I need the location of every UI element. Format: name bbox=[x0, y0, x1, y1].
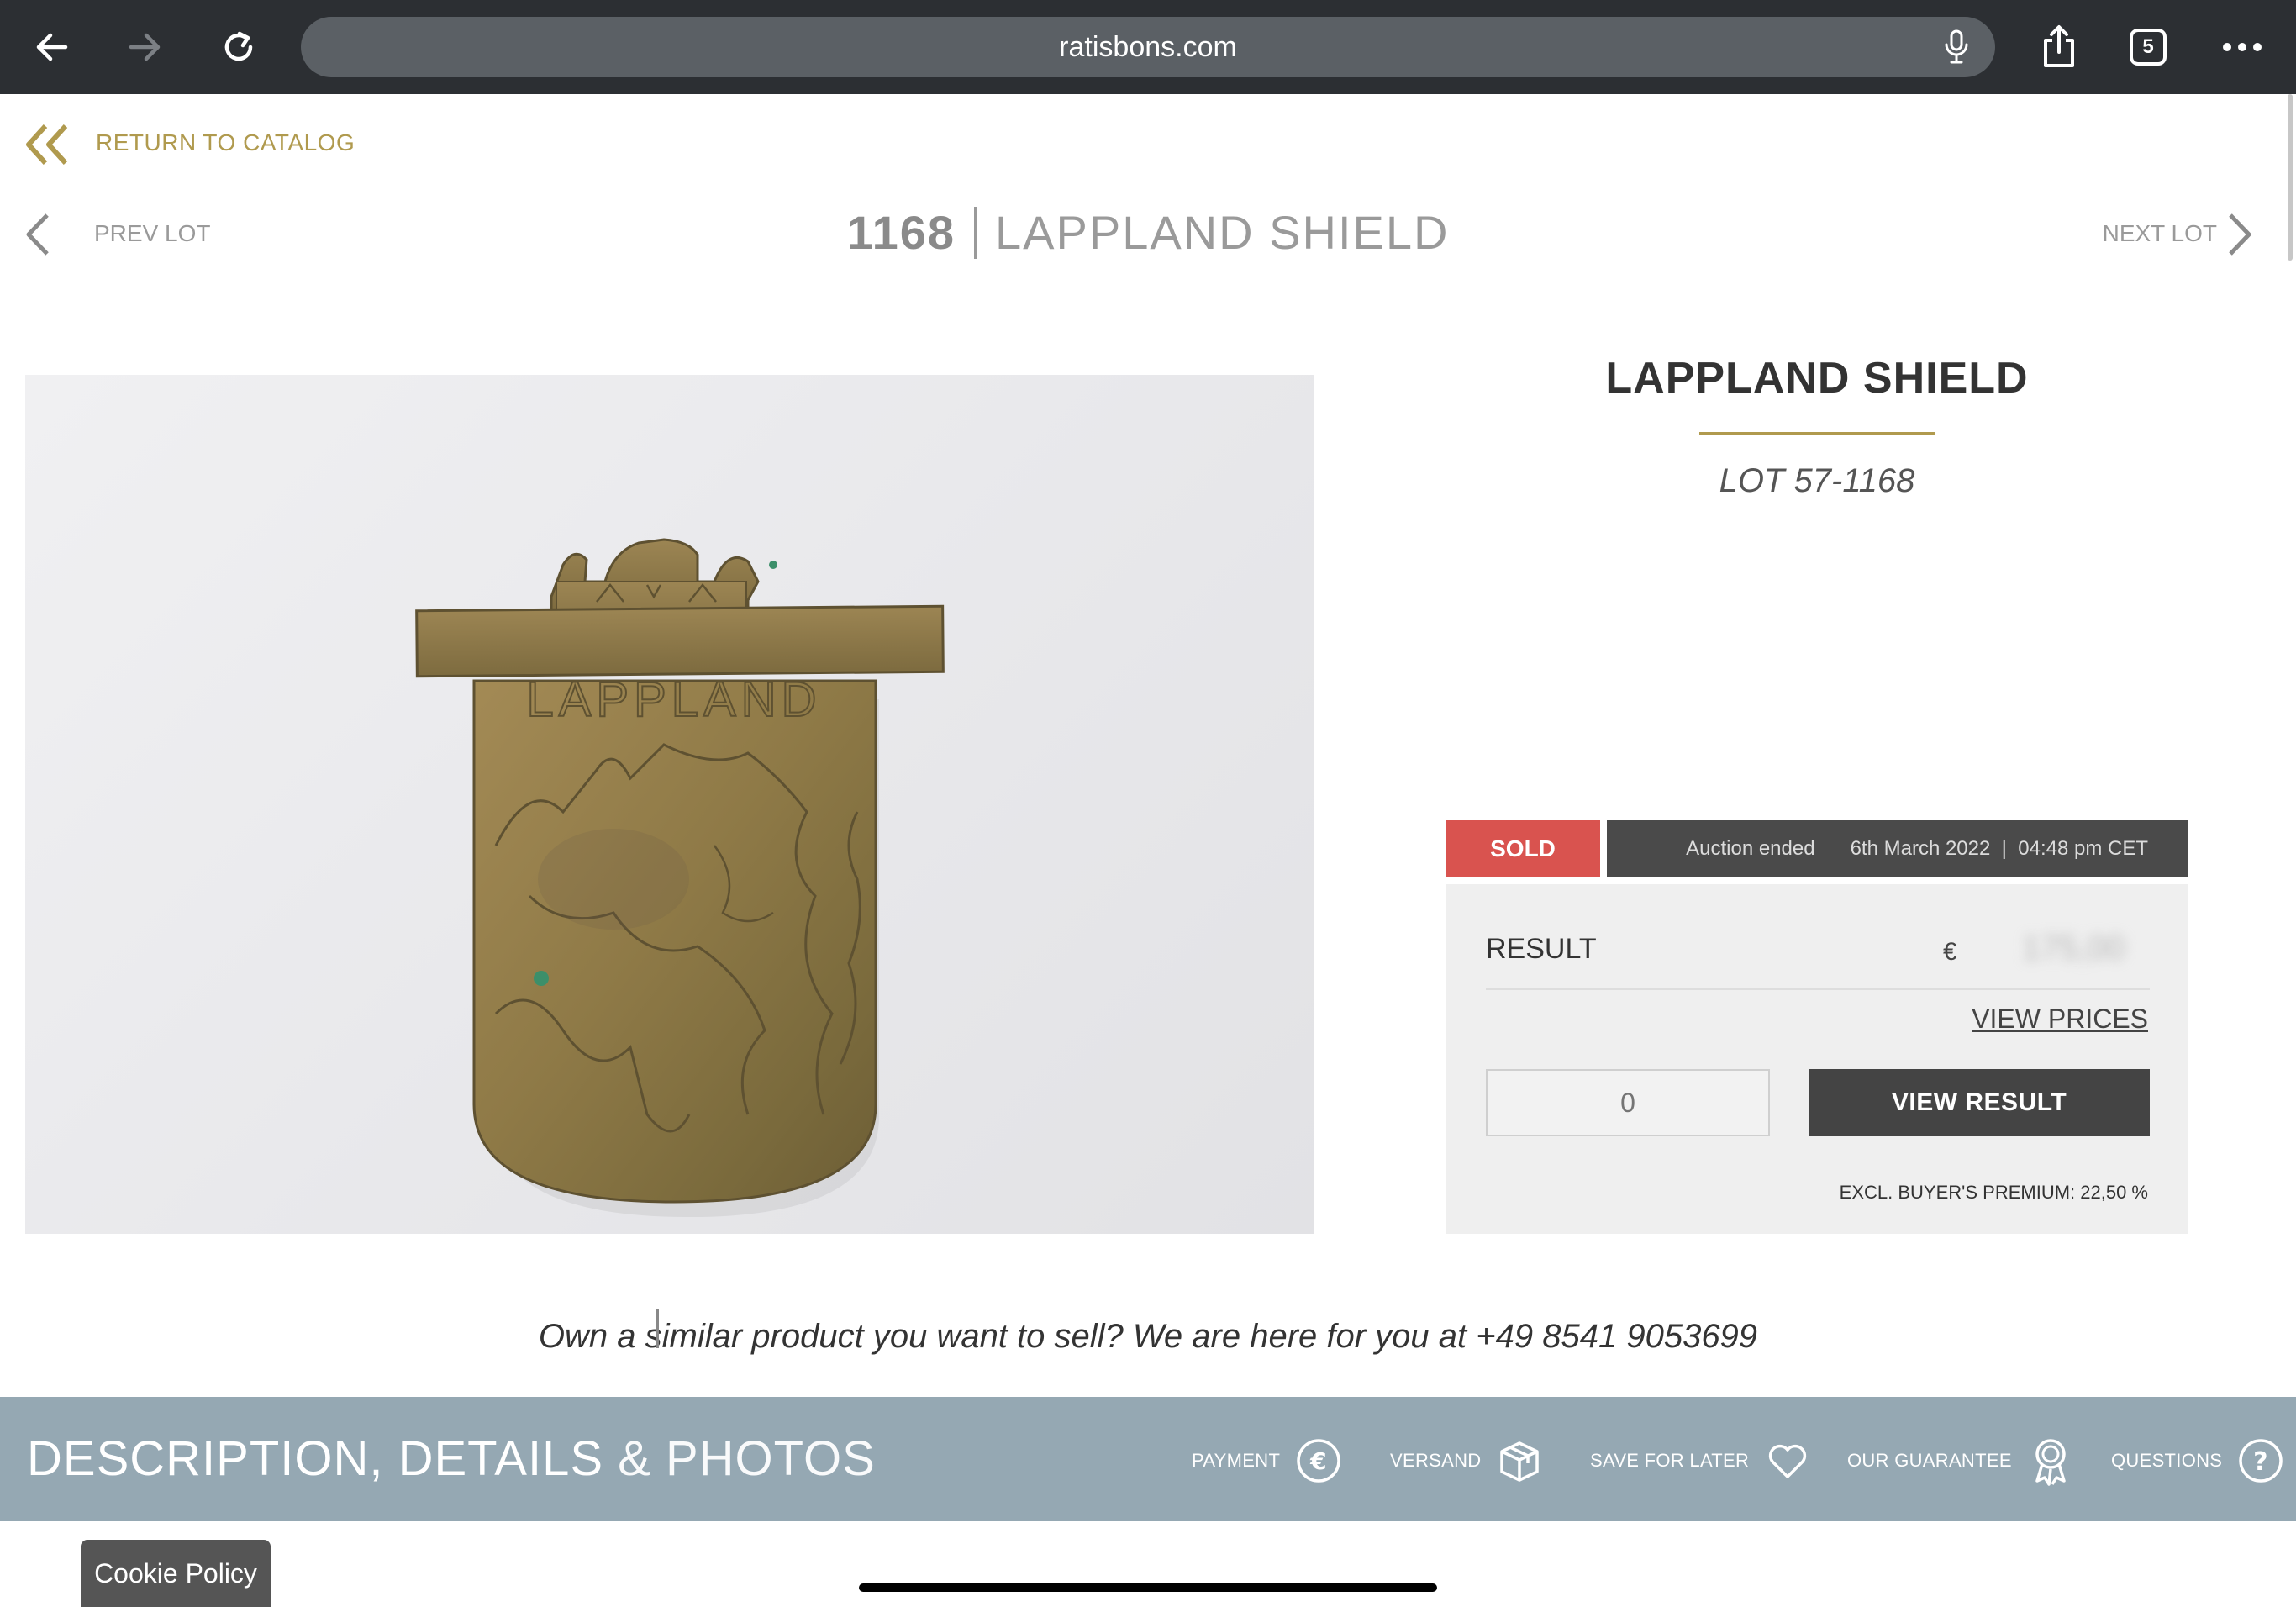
more-icon[interactable] bbox=[2215, 20, 2269, 74]
svg-text:€: € bbox=[1309, 1447, 1327, 1475]
result-divider bbox=[1486, 988, 2150, 990]
next-lot-label: NEXT LOT bbox=[2102, 220, 2217, 246]
browser-toolbar: ratisbons.com 5 bbox=[0, 0, 2296, 94]
svg-text:?: ? bbox=[2253, 1447, 2268, 1477]
forward-icon[interactable] bbox=[118, 20, 171, 74]
reload-icon[interactable] bbox=[212, 20, 266, 74]
auction-ended-date: 6th March 2022 | 04:48 pm CET bbox=[1850, 837, 2148, 860]
auction-ended-label: Auction ended bbox=[1686, 837, 1815, 860]
our-guarantee-label: OUR GUARANTEE bbox=[1847, 1450, 2012, 1471]
versand-label: VERSAND bbox=[1390, 1450, 1482, 1471]
double-chevron-left-icon bbox=[24, 123, 71, 171]
microphone-icon[interactable] bbox=[1938, 29, 1975, 66]
chevron-right-icon bbox=[2224, 212, 2254, 261]
view-prices-link[interactable]: VIEW PRICES bbox=[1972, 1004, 2148, 1035]
lot-number-label: LOT 57-1168 bbox=[1719, 462, 1915, 499]
result-price: 175,00 bbox=[2022, 930, 2125, 967]
sold-badge: SOLD bbox=[1446, 820, 1600, 877]
heading-divider bbox=[974, 207, 977, 260]
lot-heading: 1168 LAPPLAND SHIELD bbox=[0, 205, 2296, 262]
auction-ended-bar: Auction ended 6th March 2022 | 04:48 pm … bbox=[1607, 820, 2188, 877]
sell-contact-text: Own a similar product you want to sell? … bbox=[538, 1318, 1477, 1355]
heart-icon bbox=[1764, 1437, 1811, 1484]
cookie-policy-button[interactable]: Cookie Policy bbox=[81, 1540, 271, 1607]
shield-engraved-text: LAPPLAND bbox=[526, 672, 821, 727]
return-label: RETURN TO CATALOG bbox=[96, 129, 355, 155]
save-for-later-label: SAVE FOR LATER bbox=[1590, 1450, 1750, 1471]
description-title-bold: DESCRIPTION, DETAILS bbox=[27, 1431, 604, 1486]
description-title-light: & PHOTOS bbox=[603, 1431, 876, 1486]
product-image[interactable]: LAPPLAND bbox=[25, 375, 1314, 1234]
home-indicator[interactable] bbox=[859, 1583, 1437, 1592]
result-panel: RESULT € 175,00 VIEW PRICES VIEW RESULT … bbox=[1446, 884, 2188, 1234]
buyers-premium-note: EXCL. BUYER'S PREMIUM: 22,50 % bbox=[1839, 1182, 2148, 1203]
euro-icon: € bbox=[1295, 1437, 1342, 1484]
questions-label: QUESTIONS bbox=[2111, 1450, 2223, 1471]
description-bar: DESCRIPTION, DETAILS & PHOTOS PAYMENT € … bbox=[0, 1397, 2296, 1521]
tab-count-icon[interactable]: 5 bbox=[2130, 29, 2167, 66]
versand-link[interactable]: VERSAND bbox=[1390, 1436, 1543, 1486]
url-text: ratisbons.com bbox=[1059, 30, 1237, 63]
bid-amount-input[interactable] bbox=[1486, 1069, 1770, 1136]
questions-link[interactable]: QUESTIONS ? bbox=[2111, 1436, 2284, 1486]
text-cursor bbox=[656, 1309, 659, 1348]
sell-contact-line: Own a similar product you want to sell? … bbox=[0, 1318, 2296, 1356]
lot-heading-title: LAPPLAND SHIELD bbox=[995, 206, 1450, 259]
lot-number: 1168 bbox=[846, 206, 956, 259]
award-icon bbox=[2027, 1437, 2074, 1486]
back-icon[interactable] bbox=[25, 20, 79, 74]
product-title: LAPPLAND SHIELD bbox=[1605, 354, 2029, 403]
question-icon: ? bbox=[2237, 1437, 2284, 1484]
payment-label: PAYMENT bbox=[1192, 1450, 1281, 1471]
share-icon[interactable] bbox=[2032, 20, 2086, 74]
view-result-button[interactable]: VIEW RESULT bbox=[1809, 1069, 2150, 1136]
our-guarantee-link[interactable]: OUR GUARANTEE bbox=[1847, 1436, 2074, 1486]
box-icon bbox=[1496, 1437, 1543, 1484]
next-lot-link[interactable]: NEXT LOT bbox=[2103, 208, 2254, 259]
save-for-later-link[interactable]: SAVE FOR LATER bbox=[1590, 1436, 1811, 1486]
lappland-shield-illustration: LAPPLAND bbox=[415, 538, 945, 1217]
payment-link[interactable]: PAYMENT € bbox=[1192, 1436, 1342, 1486]
description-title[interactable]: DESCRIPTION, DETAILS & PHOTOS bbox=[27, 1430, 876, 1487]
return-to-catalog-link[interactable]: RETURN TO CATALOG bbox=[24, 118, 355, 168]
contact-phone-link[interactable]: +49 8541 9053699 bbox=[1476, 1318, 1757, 1355]
result-label: RESULT bbox=[1486, 933, 1597, 965]
currency-symbol: € bbox=[1943, 938, 1957, 966]
title-divider bbox=[1699, 432, 1935, 435]
address-bar[interactable]: ratisbons.com bbox=[301, 17, 1995, 77]
